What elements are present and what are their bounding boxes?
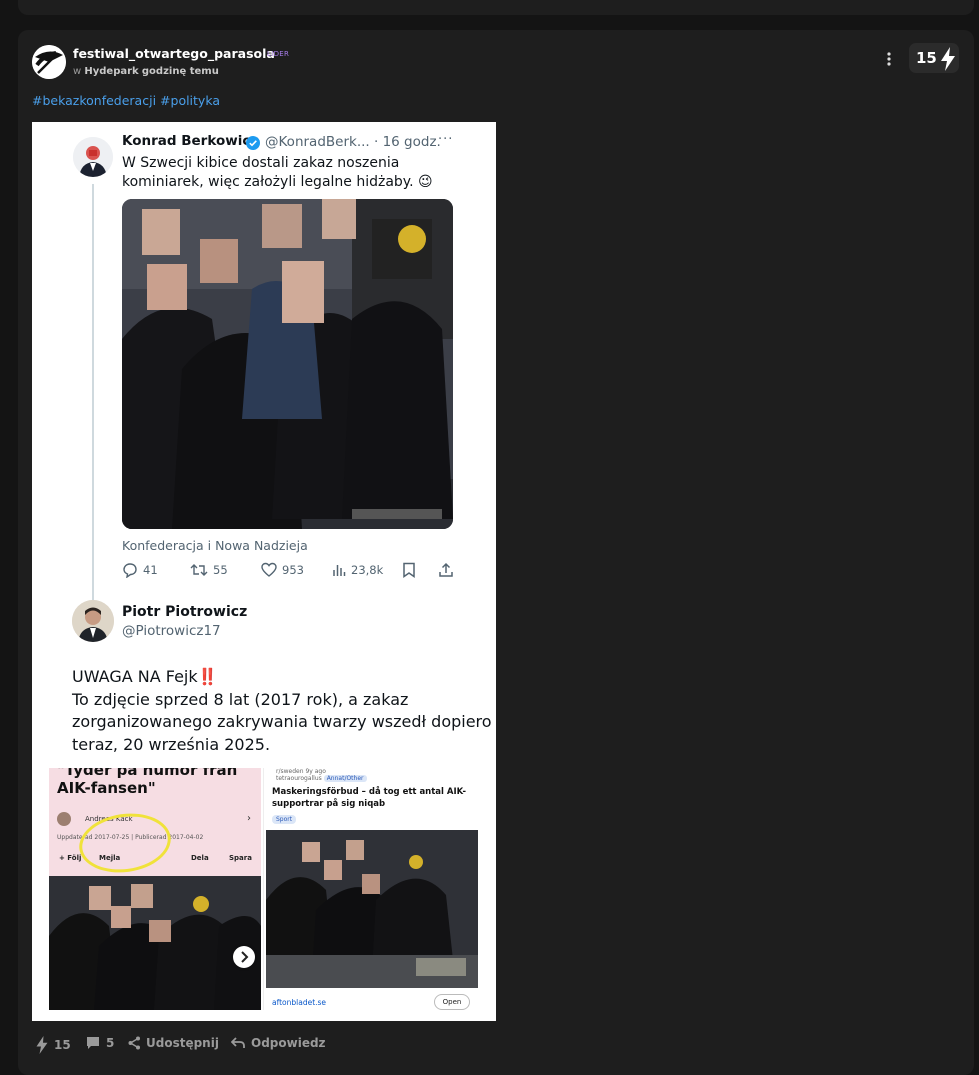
tweet2-avatar bbox=[72, 600, 114, 642]
article-author-avatar bbox=[57, 812, 71, 826]
share-upload-icon bbox=[438, 562, 454, 578]
verified-check-icon bbox=[246, 135, 260, 150]
article-title: "Tyder på humor från AIK-fansen" bbox=[57, 768, 238, 797]
reddit-flair: Annat/Other bbox=[323, 775, 367, 782]
reddit-open-button: Open bbox=[434, 994, 470, 1010]
tweet2-warning: UWAGA NA Fejk bbox=[72, 667, 198, 686]
retweets-stat: 55 bbox=[190, 562, 228, 578]
tweet2-handle: @Piotrowicz17 bbox=[122, 623, 221, 639]
reply-label: Odpowiedz bbox=[251, 1036, 326, 1050]
comment-icon bbox=[87, 1037, 99, 1049]
retweets-count: 55 bbox=[213, 563, 228, 577]
tweet2-body: To zdjęcie sprzed 8 lat (2017 rok), a za… bbox=[72, 689, 492, 754]
meta-prefix: w bbox=[73, 66, 82, 77]
tweet1-text: W Szwecji kibice dostali zakaz noszenia … bbox=[122, 155, 433, 190]
reddit-post-title: Maskeringsförbud – då tog ett antal AIK-… bbox=[272, 787, 467, 809]
author-avatar[interactable] bbox=[32, 45, 66, 79]
chevron-right-icon: › bbox=[247, 813, 251, 824]
reply-button[interactable]: Odpowiedz bbox=[231, 1036, 326, 1050]
double-exclamation-icon: ‼️ bbox=[197, 667, 218, 686]
post-time: godzinę temu bbox=[141, 66, 219, 77]
next-slide-button bbox=[233, 946, 255, 968]
retweet-icon bbox=[190, 564, 208, 576]
tweet1-caption: Konfederacja i Nowa Nadzieja bbox=[122, 538, 308, 553]
vote-button[interactable]: 15 bbox=[36, 1036, 71, 1054]
reply-icon bbox=[123, 563, 137, 578]
tweet1-handle: @KonradBerk... · 16 godz. bbox=[265, 134, 441, 150]
reddit-photo bbox=[266, 830, 478, 988]
tweet1-avatar bbox=[73, 137, 113, 177]
tweet1-more-icon: ··· bbox=[438, 132, 454, 147]
lightning-icon bbox=[36, 1036, 48, 1054]
reply-arrow-icon bbox=[231, 1037, 245, 1048]
views-stat: 23,8k bbox=[332, 562, 383, 578]
follow-label: + Följ bbox=[59, 854, 82, 862]
tweet1-stats: 41 55 953 23,8k bbox=[122, 562, 462, 580]
reddit-post-screenshot: r/sweden 9y ago tetraourogallus Annat/Ot… bbox=[263, 768, 478, 1010]
tag-polityka[interactable]: #polityka bbox=[160, 93, 220, 108]
share-label: Udostępnij bbox=[146, 1036, 219, 1050]
save-label: Spara bbox=[229, 854, 252, 862]
reddit-post-header: r/sweden 9y ago tetraourogallus Annat/Ot… bbox=[276, 768, 367, 782]
reddit-tag: Sport bbox=[272, 815, 297, 824]
comments-button[interactable]: 5 bbox=[86, 1036, 114, 1050]
previous-post-card bbox=[18, 0, 974, 15]
views-count: 23,8k bbox=[351, 563, 384, 577]
more-options-icon[interactable] bbox=[884, 51, 894, 67]
tweet2-text: UWAGA NA Fejk‼️ To zdjęcie sprzed 8 lat … bbox=[72, 666, 492, 756]
score-count: 15 bbox=[916, 49, 937, 67]
post-tags: #bekazkonfederacji #polityka bbox=[32, 93, 220, 108]
likes-count: 953 bbox=[282, 563, 304, 577]
footer-score: 15 bbox=[54, 1038, 71, 1052]
community-link[interactable]: Hydepark bbox=[84, 66, 138, 77]
lightning-icon[interactable] bbox=[940, 47, 956, 75]
aftonbladet-article-screenshot: "Tyder på humor från AIK-fansen" Andreas… bbox=[49, 768, 261, 1010]
post-meta: w Hydepark godzinę temu bbox=[73, 66, 219, 77]
reddit-link-domain: aftonbladet.se bbox=[272, 998, 327, 1007]
share-icon bbox=[128, 1036, 140, 1050]
subreddit-name: r/sweden bbox=[276, 768, 304, 775]
tweet2-line1: UWAGA NA Fejk‼️ bbox=[72, 666, 492, 689]
heart-icon bbox=[261, 562, 277, 577]
likes-stat: 953 bbox=[261, 562, 304, 578]
replies-stat: 41 bbox=[122, 562, 158, 578]
chevron-right-icon bbox=[241, 951, 249, 963]
replies-count: 41 bbox=[143, 563, 158, 577]
tweet1-photo bbox=[122, 199, 453, 529]
author-name[interactable]: festiwal_otwartego_parasola bbox=[73, 46, 275, 61]
article-photo bbox=[49, 876, 261, 1010]
views-icon bbox=[333, 565, 346, 576]
thread-line bbox=[92, 184, 94, 604]
post-age: 9y ago bbox=[305, 768, 326, 775]
tag-bekazkonfederacji[interactable]: #bekazkonfederacji bbox=[32, 93, 156, 108]
share-label: Dela bbox=[191, 854, 209, 862]
reddit-user: tetraourogallus bbox=[276, 775, 322, 782]
tweet2-author: Piotr Piotrowicz bbox=[122, 604, 248, 620]
comments-count: 5 bbox=[106, 1036, 115, 1050]
share-button[interactable]: Udostępnij bbox=[128, 1036, 219, 1050]
author-rank-badge: LIDER bbox=[267, 50, 290, 58]
post-image[interactable]: Konrad Berkowicz @KonradBerk... · 16 god… bbox=[32, 122, 496, 1021]
bookmark-icon bbox=[402, 562, 416, 578]
tweet1-author: Konrad Berkowicz bbox=[122, 133, 259, 149]
